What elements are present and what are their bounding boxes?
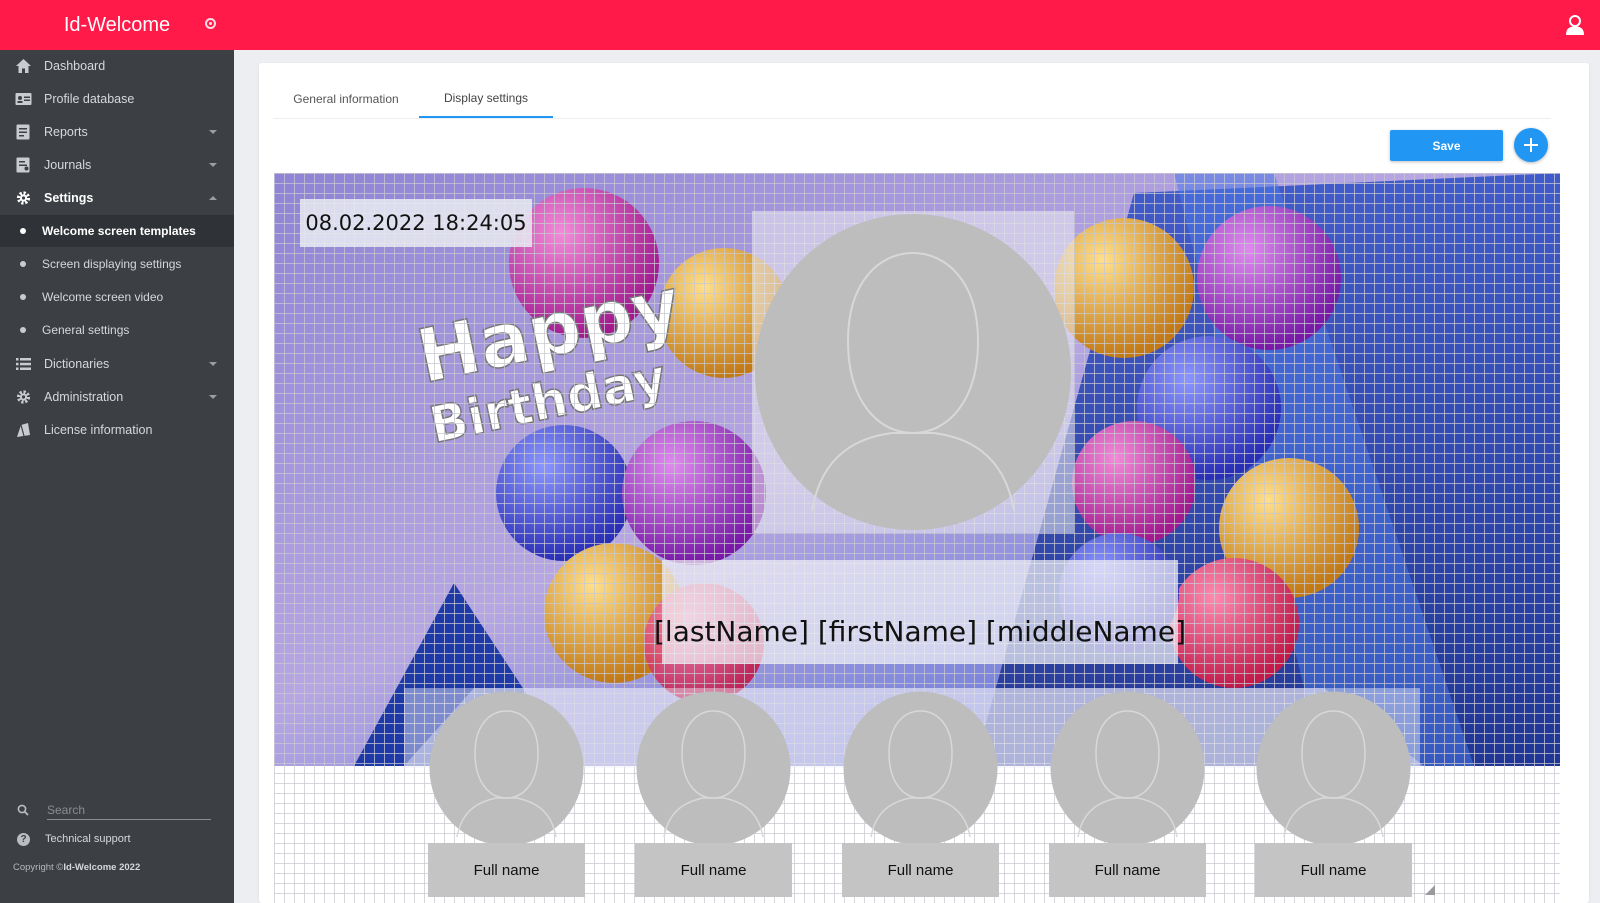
sidebar-item-profile-database[interactable]: Profile database — [0, 83, 234, 115]
chevron-up-icon — [209, 196, 217, 200]
datetime-text: 08.02.2022 18:24:05 — [305, 211, 527, 235]
sidebar-subitem-label: Welcome screen templates — [42, 224, 196, 238]
sidebar-item-administration[interactable]: Administration — [0, 381, 234, 413]
license-icon — [17, 423, 30, 437]
search-input[interactable] — [47, 800, 211, 820]
gear-icon — [16, 191, 31, 205]
resize-handle-icon[interactable] — [1425, 885, 1435, 895]
tab-bar: General information Display settings — [273, 80, 1551, 119]
app-title: Id-Welcome — [63, 13, 171, 36]
bullet-icon — [20, 261, 26, 267]
list-icon — [16, 358, 31, 370]
guest-name: Full name — [428, 843, 585, 897]
full-name-widget[interactable]: [lastName] [firstName] [middleName] — [654, 560, 1186, 664]
sidebar-search — [0, 795, 234, 825]
sidebar-item-label: Profile database — [44, 92, 135, 106]
help-icon: ? — [17, 833, 30, 846]
guest-slot[interactable]: Full name — [635, 691, 792, 903]
top-bar — [0, 0, 1600, 50]
chevron-down-icon — [209, 130, 217, 134]
sidebar-item-label: Settings — [44, 191, 94, 205]
template-canvas[interactable]: Happy Birthday 08.02.2022 18:24:05 [last… — [274, 173, 1560, 903]
guest-name: Full name — [635, 843, 792, 897]
guest-slot[interactable]: Full name — [428, 691, 585, 903]
sidebar-subitem-general-settings[interactable]: General settings — [0, 314, 234, 346]
sidebar-item-label: Reports — [44, 125, 88, 139]
sidebar-item-label: Dashboard — [44, 59, 106, 73]
bullet-icon — [20, 294, 26, 300]
sidebar-item-license-information[interactable]: License information — [0, 414, 234, 446]
guest-slot[interactable]: Full name — [1255, 691, 1412, 903]
report-icon — [16, 124, 30, 140]
save-button[interactable]: Save — [1390, 130, 1503, 161]
brand[interactable]: Id-Welcome — [0, 0, 234, 50]
sidebar-subitem-label: Screen displaying settings — [42, 257, 182, 271]
bullet-icon — [20, 228, 26, 234]
sidebar: Dashboard Profile database Reports Journ… — [0, 50, 234, 903]
sidebar-item-label: Dictionaries — [44, 357, 110, 371]
tab-display-settings[interactable]: Display settings — [419, 80, 553, 118]
sidebar-subitem-welcome-screen-video[interactable]: Welcome screen video — [0, 281, 234, 313]
tab-general-information[interactable]: General information — [273, 80, 419, 118]
add-element-button[interactable] — [1514, 128, 1548, 162]
home-icon — [16, 59, 31, 73]
main-photo-placeholder[interactable] — [752, 211, 1074, 533]
sidebar-item-label: Administration — [44, 390, 124, 404]
guest-name: Full name — [1255, 843, 1412, 897]
radio-icon[interactable] — [205, 18, 216, 29]
copyright-prefix: Copyright © — [13, 862, 64, 873]
sidebar-subitem-label: Welcome screen video — [42, 290, 164, 304]
sidebar-item-reports[interactable]: Reports — [0, 116, 234, 148]
chevron-down-icon — [209, 163, 217, 167]
avatar-placeholder-icon — [755, 214, 1071, 530]
tab-label: General information — [293, 92, 399, 106]
sidebar-subitem-welcome-screen-templates[interactable]: Welcome screen templates — [0, 215, 234, 247]
user-icon[interactable] — [1564, 14, 1586, 36]
avatar-placeholder-icon — [1050, 691, 1205, 846]
guest-slot[interactable]: Full name — [1049, 691, 1206, 903]
admin-gear-icon — [16, 390, 31, 404]
copyright-brand: Id-Welcome 2022 — [63, 862, 141, 873]
bullet-icon — [20, 327, 26, 333]
sidebar-subitem-label: General settings — [42, 323, 130, 337]
guest-name: Full name — [842, 843, 999, 897]
copyright: Copyright ©Id-Welcome 2022 — [13, 862, 140, 873]
avatar-placeholder-icon — [636, 691, 791, 846]
tab-label: Display settings — [443, 91, 529, 105]
chevron-down-icon — [209, 362, 217, 366]
journal-icon — [16, 157, 30, 173]
avatar-placeholder-icon — [1256, 691, 1411, 846]
search-icon — [17, 804, 29, 816]
guest-name: Full name — [1049, 843, 1206, 897]
full-name-placeholder: [lastName] [firstName] [middleName] — [654, 615, 1186, 648]
sidebar-subitem-screen-displaying-settings[interactable]: Screen displaying settings — [0, 248, 234, 280]
avatar-placeholder-icon — [843, 691, 998, 846]
guest-slot[interactable]: Full name — [842, 691, 999, 903]
technical-support-link[interactable]: ? Technical support — [0, 825, 234, 853]
datetime-widget[interactable]: 08.02.2022 18:24:05 — [300, 199, 532, 247]
chevron-down-icon — [209, 395, 217, 399]
sidebar-item-label: Journals — [44, 158, 92, 172]
id-card-icon — [15, 93, 32, 105]
avatar-placeholder-icon — [429, 691, 584, 846]
sidebar-item-dashboard[interactable]: Dashboard — [0, 50, 234, 82]
plus-icon — [1524, 138, 1538, 152]
sidebar-item-settings[interactable]: Settings — [0, 182, 234, 214]
sidebar-item-journals[interactable]: Journals — [0, 149, 234, 181]
sidebar-item-label: License information — [44, 423, 153, 437]
technical-support-label: Technical support — [45, 833, 131, 845]
sidebar-item-dictionaries[interactable]: Dictionaries — [0, 348, 234, 380]
